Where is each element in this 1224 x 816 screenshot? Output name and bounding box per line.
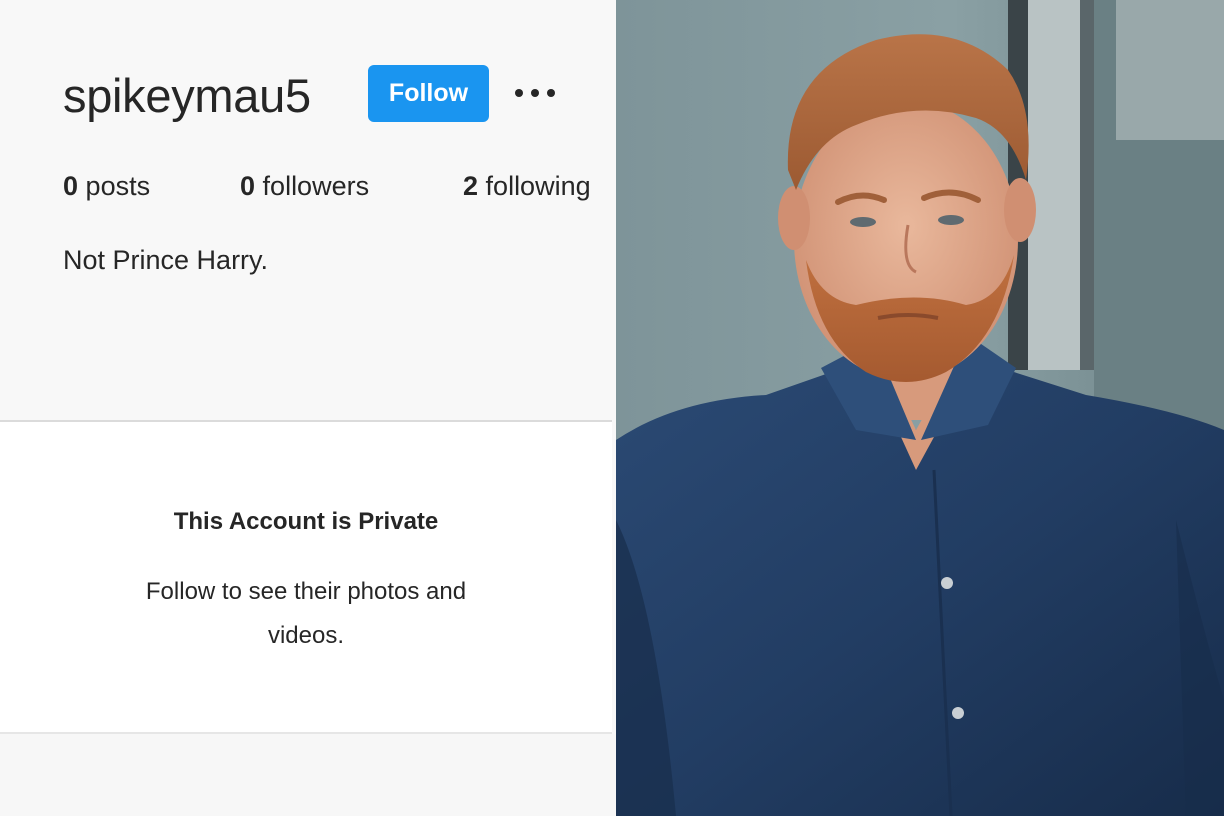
man-in-navy-shirt-photo — [616, 0, 1224, 816]
following-label: following — [485, 171, 591, 201]
profile-bio: Not Prince Harry. — [63, 245, 269, 275]
more-dot — [515, 89, 523, 97]
composite-screen: spikeymau5 Follow 0 posts 0 followers 2 — [0, 0, 1224, 816]
private-account-subtitle: Follow to see their photos and videos. — [145, 578, 467, 649]
username-row: spikeymau5 — [63, 60, 311, 130]
posts-count: 0 — [63, 171, 79, 201]
followers-count: 0 — [240, 171, 256, 201]
followers-label: followers — [262, 171, 370, 201]
profile-stats: 0 posts 0 followers 2 following — [63, 166, 616, 206]
stat-posts: 0 posts — [63, 166, 150, 206]
posts-label: posts — [85, 171, 151, 201]
profile-username: spikeymau5 — [63, 68, 311, 122]
more-options-icon[interactable] — [512, 78, 558, 108]
stat-following[interactable]: 2 following — [463, 166, 591, 206]
stat-followers[interactable]: 0 followers — [240, 166, 369, 206]
more-dot — [547, 89, 555, 97]
profile-header: spikeymau5 Follow 0 posts 0 followers 2 — [0, 0, 616, 422]
follow-button[interactable]: Follow — [368, 65, 489, 122]
profile-panel: spikeymau5 Follow 0 posts 0 followers 2 — [0, 0, 616, 816]
following-count: 2 — [463, 171, 479, 201]
photo-illustration — [616, 0, 1224, 816]
private-account-card: This Account is Private Follow to see th… — [0, 422, 612, 732]
more-dot — [531, 89, 539, 97]
private-account-title: This Account is Private — [173, 508, 439, 535]
profile-footer — [0, 734, 616, 816]
